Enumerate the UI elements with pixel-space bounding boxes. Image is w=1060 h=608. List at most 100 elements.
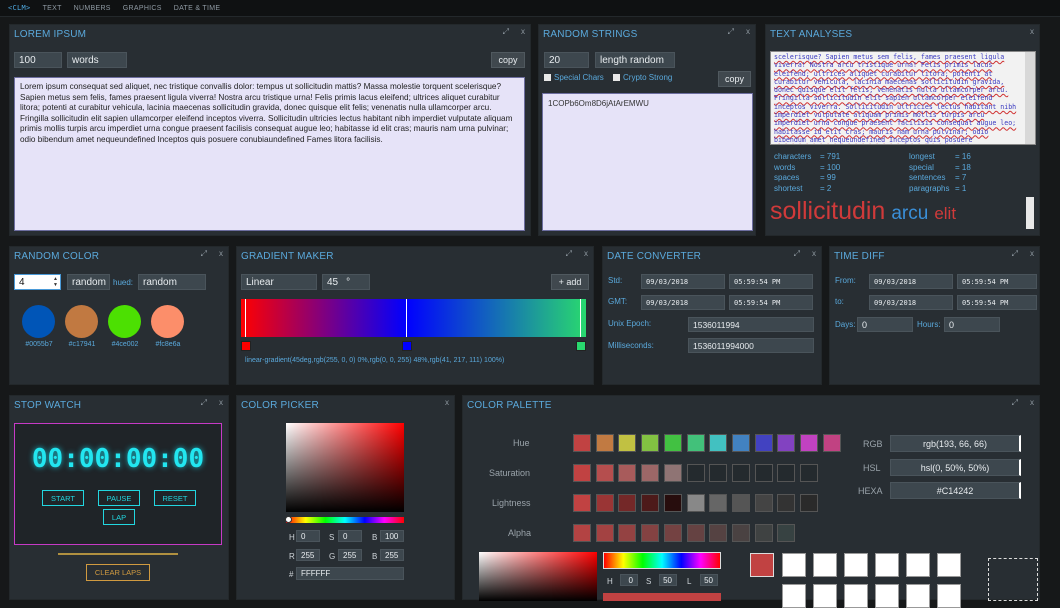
palette-swatch[interactable] [573, 524, 591, 542]
palette-swatch[interactable] [731, 434, 750, 452]
to-date-input[interactable]: 09/03/2018 [869, 295, 953, 310]
palette-swatch[interactable] [686, 464, 705, 482]
close-icon[interactable]: x [219, 398, 223, 408]
saved-color-slot[interactable] [906, 584, 930, 608]
expand-icon[interactable]: ⤢ [1012, 398, 1018, 408]
lorem-text-area[interactable]: Lorem ipsum consequat sed aliquet, nec t… [14, 77, 525, 231]
palette-swatch[interactable] [641, 494, 660, 512]
palette-swatch[interactable] [641, 434, 660, 452]
from-time-input[interactable]: 05:59:54 PM [957, 274, 1037, 289]
palette-swatch[interactable] [777, 524, 796, 542]
picker-h-input[interactable]: 0 [296, 530, 320, 542]
palette-swatch[interactable] [618, 464, 637, 482]
selected-color-box[interactable] [750, 553, 774, 577]
reset-button[interactable]: RESET [154, 490, 196, 506]
palette-swatch[interactable] [595, 464, 614, 482]
picker-s-input[interactable]: 0 [338, 530, 362, 542]
saved-color-slot[interactable] [844, 553, 868, 577]
cloud-scrollbar[interactable] [1026, 197, 1034, 229]
nav-text[interactable]: TEXT [43, 5, 62, 12]
saved-color-slot[interactable] [906, 553, 930, 577]
close-icon[interactable]: x [584, 249, 588, 259]
saved-color-slot[interactable] [844, 584, 868, 608]
from-date-input[interactable]: 09/03/2018 [869, 274, 953, 289]
picker-r-input[interactable]: 255 [296, 549, 320, 561]
saved-color-slot[interactable] [782, 553, 806, 577]
pause-button[interactable]: PAUSE [98, 490, 140, 506]
palette-swatch[interactable] [754, 524, 773, 542]
close-icon[interactable]: x [746, 27, 750, 37]
close-icon[interactable]: x [219, 249, 223, 259]
gradient-stop-handle[interactable] [241, 341, 251, 351]
palette-swatch[interactable] [573, 434, 591, 452]
gradient-stop-handle[interactable] [576, 341, 586, 351]
strings-copy-button[interactable]: copy [718, 71, 751, 87]
palette-swatch[interactable] [618, 434, 637, 452]
palette-l-input[interactable]: 50 [700, 574, 718, 586]
rgb-output[interactable]: rgb(193, 66, 66) [890, 435, 1021, 452]
close-icon[interactable]: x [445, 398, 449, 407]
close-icon[interactable]: x [1030, 27, 1034, 36]
color-count-stepper[interactable]: 4 ▲ ▼ [14, 274, 61, 290]
lap-button[interactable]: LAP [103, 509, 135, 525]
color-mode-select[interactable]: random [67, 274, 110, 290]
palette-swatch[interactable] [686, 524, 705, 542]
picker-hex-input[interactable]: FFFFFF [296, 567, 404, 580]
picker-g-input[interactable]: 255 [338, 549, 362, 561]
close-icon[interactable]: x [521, 27, 525, 37]
special-chars-checkbox[interactable] [544, 74, 551, 81]
close-icon[interactable]: x [1030, 398, 1034, 408]
picker-b-input[interactable]: 100 [380, 530, 404, 542]
palette-h-input[interactable]: 0 [620, 574, 638, 586]
milliseconds-input[interactable]: 1536011994000 [688, 338, 814, 353]
close-icon[interactable]: x [1030, 249, 1034, 259]
saved-color-slot[interactable] [875, 584, 899, 608]
crypto-strong-checkbox[interactable] [613, 74, 620, 81]
palette-sb-area[interactable] [479, 552, 597, 601]
analysis-text-area[interactable]: scelerisque? Sapien metus sem felis, fam… [770, 51, 1036, 145]
palette-swatch[interactable] [731, 494, 750, 512]
special-chars-option[interactable]: Special Chars [544, 73, 604, 82]
expand-icon[interactable]: ⤢ [503, 27, 509, 37]
drop-zone[interactable] [988, 558, 1038, 601]
palette-swatch[interactable] [595, 494, 614, 512]
stepper-arrows-icon[interactable]: ▲ ▼ [53, 276, 58, 288]
picker-blue-input[interactable]: 255 [380, 549, 404, 561]
palette-swatch[interactable] [641, 524, 660, 542]
palette-swatch[interactable] [800, 464, 818, 482]
palette-swatch[interactable] [709, 494, 728, 512]
app-logo[interactable]: <CLM> [8, 4, 31, 12]
expand-icon[interactable]: ⤢ [201, 398, 207, 408]
std-time-input[interactable]: 05:59:54 PM [729, 274, 813, 289]
add-stop-button[interactable]: + add [551, 274, 589, 290]
expand-icon[interactable]: ⤢ [1012, 249, 1018, 259]
palette-swatch[interactable] [731, 524, 750, 542]
saved-color-slot[interactable] [813, 584, 837, 608]
palette-swatch[interactable] [573, 494, 591, 512]
saved-color-slot[interactable] [875, 553, 899, 577]
clear-laps-button[interactable]: CLEAR LAPS [86, 564, 150, 581]
random-string-output[interactable]: 1COPb6Om8D6jAtArEMWU [542, 93, 753, 231]
hsl-output[interactable]: hsl(0, 50%, 50%) [890, 459, 1021, 476]
palette-swatch[interactable] [709, 524, 728, 542]
hue-slider-handle[interactable] [285, 516, 292, 523]
nav-graphics[interactable]: GRAPHICS [123, 5, 162, 12]
gradient-css-output[interactable]: linear-gradient(45deg,rgb(255, 0, 0) 0%,… [245, 356, 505, 365]
color-circle[interactable] [65, 305, 98, 338]
gradient-stop-handle[interactable] [401, 341, 412, 351]
palette-swatch[interactable] [754, 434, 773, 452]
palette-swatch[interactable] [777, 464, 796, 482]
palette-swatch[interactable] [686, 434, 705, 452]
palette-swatch[interactable] [663, 524, 682, 542]
unix-epoch-input[interactable]: 1536011994 [688, 317, 814, 332]
days-input[interactable]: 0 [857, 317, 913, 332]
gmt-date-input[interactable]: 09/03/2018 [641, 295, 725, 310]
palette-swatch[interactable] [573, 464, 591, 482]
gmt-time-input[interactable]: 05:59:54 PM [729, 295, 813, 310]
gradient-angle-input[interactable]: 45 ° [322, 274, 370, 290]
lorem-count-input[interactable]: 100 [14, 52, 62, 68]
expand-icon[interactable]: ⤢ [728, 27, 734, 37]
hours-input[interactable]: 0 [944, 317, 1000, 332]
palette-swatch[interactable] [777, 494, 796, 512]
palette-swatch[interactable] [641, 464, 660, 482]
